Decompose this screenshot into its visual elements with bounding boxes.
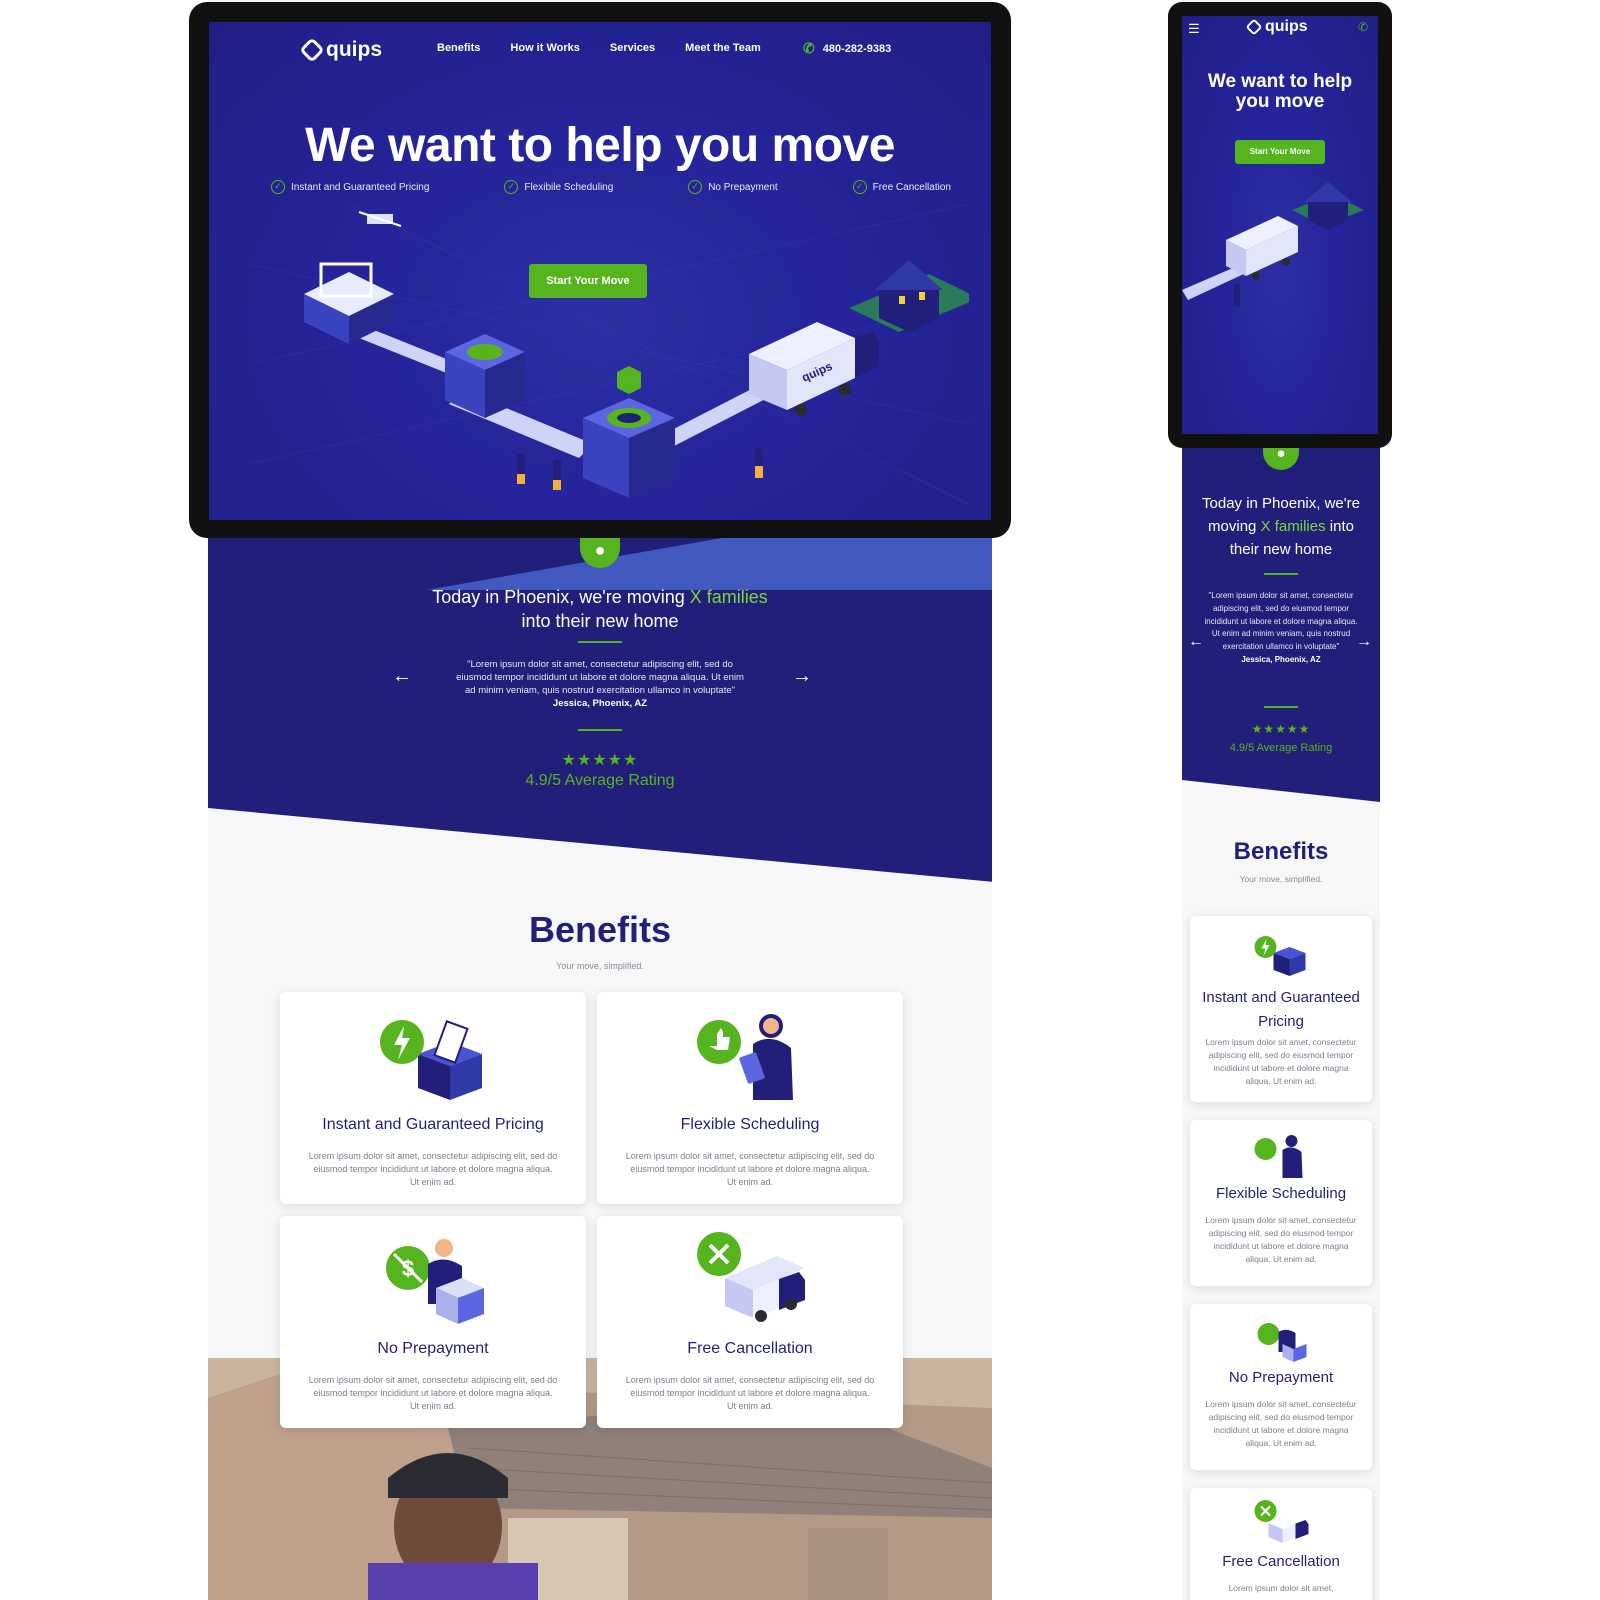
- headline-highlight: X families: [1260, 518, 1326, 535]
- hero-title: We want to help you move: [305, 119, 895, 172]
- benefit-card-prepayment: $ No Prepayment Lorem ipsum dolor sit am…: [280, 1216, 586, 1428]
- star-rating-icon: ★★★★★: [561, 752, 639, 769]
- card-title: No Prepayment: [377, 1340, 489, 1357]
- card-text: Lorem ipsum dolor sit amet, consectetur …: [308, 1375, 558, 1411]
- phone-number: 480-282-9383: [822, 42, 892, 55]
- testimonial-quote: "Lorem ipsum dolor sit amet, consectetur…: [450, 658, 750, 710]
- start-move-button[interactable]: Start Your Move: [529, 264, 647, 298]
- card-title: Flexible Scheduling: [680, 1116, 820, 1133]
- benefit-card-prepayment: No Prepayment Lorem ipsum dolor sit amet…: [1190, 1304, 1372, 1470]
- quips-logo-icon: [299, 37, 325, 63]
- quote-author: Jessica, Phoenix, AZ: [552, 698, 648, 709]
- feature-label: Flexibile Scheduling: [524, 181, 614, 193]
- divider: [578, 641, 622, 643]
- check-icon: ✓: [852, 180, 867, 194]
- thumbs-up-icon: [695, 1004, 805, 1104]
- feature-item: ✓ Flexibile Scheduling: [504, 180, 613, 194]
- prev-arrow-icon[interactable]: ←: [392, 666, 412, 686]
- rating-text: 4.9/5 Average Rating: [525, 772, 675, 789]
- card-text: Lorem ipsum dolor sit amet, consectetur …: [1205, 1399, 1357, 1448]
- card-title: Flexible Scheduling: [1215, 1185, 1347, 1202]
- hero-section: quips Benefits How it Works Services Mee…: [209, 22, 991, 520]
- star-rating-icon: ★★★★★: [1251, 722, 1311, 736]
- next-arrow-icon[interactable]: →: [1356, 632, 1372, 652]
- card-title: Instant and Guaranteed Pricing: [322, 1116, 544, 1133]
- benefit-card-pricing: Instant and Guaranteed Pricing Lorem ips…: [280, 992, 586, 1204]
- lightning-box-icon: [1251, 928, 1311, 978]
- thumbs-up-icon: [1251, 1130, 1311, 1180]
- brand-logo[interactable]: quips: [299, 37, 382, 63]
- divider: [1264, 573, 1298, 575]
- quips-logo-icon: [1245, 18, 1263, 36]
- divider: [1264, 706, 1298, 708]
- hero-features: ✓ Instant and Guaranteed Pricing ✓ Flexibi…: [271, 180, 951, 194]
- benefits-title: Benefits: [528, 909, 672, 950]
- brand-logo[interactable]: quips: [1245, 18, 1308, 36]
- card-text: Lorem ipsum dolor sit amet, consectetur …: [308, 1151, 558, 1187]
- no-dollar-icon: [1251, 1314, 1311, 1364]
- hero-title: We want to help you move: [1207, 71, 1353, 112]
- quote-author: Jessica, Phoenix, AZ: [1241, 654, 1321, 664]
- benefits-title: Benefits: [1233, 838, 1329, 865]
- quote-text: "Lorem ipsum dolor sit amet, consectetur…: [1204, 591, 1358, 652]
- nav-meet-the-team[interactable]: Meet the Team: [685, 42, 761, 54]
- feature-label: Free Cancellation: [872, 181, 951, 193]
- benefit-card-cancellation: Free Cancellation Lorem ipsum dolor sit …: [1190, 1488, 1372, 1600]
- card-title: Instant and Guaranteed Pricing: [1202, 989, 1360, 1030]
- card-text: Lorem ipsum dolor sit amet, consectetur …: [625, 1151, 875, 1187]
- start-move-button[interactable]: Start Your Move: [1235, 140, 1325, 164]
- benefit-card-pricing: Instant and Guaranteed Pricing Lorem ips…: [1190, 916, 1372, 1102]
- mobile-hero-section: ☰ quips ✆ We want to help you move Start…: [1182, 16, 1378, 434]
- testimonial-headline: Today in Phoenix, we're moving X familie…: [1196, 492, 1366, 561]
- card-title: Free Cancellation: [687, 1340, 813, 1357]
- main-nav: Benefits How it Works Services Meet the …: [437, 42, 761, 54]
- benefit-card-scheduling: Flexible Scheduling Lorem ipsum dolor si…: [597, 992, 903, 1204]
- cancel-truck-icon: [695, 1228, 805, 1328]
- hamburger-menu-icon[interactable]: ☰: [1188, 21, 1200, 37]
- isometric-moving-illustration: [1182, 182, 1364, 306]
- brand-name: quips: [1265, 18, 1308, 35]
- nav-services[interactable]: Services: [610, 42, 655, 54]
- feature-label: Instant and Guaranteed Pricing: [291, 181, 430, 193]
- card-title: No Prepayment: [1228, 1369, 1334, 1386]
- no-dollar-icon: $: [378, 1228, 488, 1328]
- phone-icon[interactable]: ✆: [1358, 20, 1368, 34]
- benefit-card-cancellation: Free Cancellation Lorem ipsum dolor sit …: [597, 1216, 903, 1428]
- cancel-truck-icon: [1251, 1498, 1311, 1548]
- card-text: Lorem ipsum dolor sit amet,: [1228, 1583, 1334, 1593]
- rating-text: 4.9/5 Average Rating: [1229, 742, 1333, 754]
- headline-text: Today in Phoenix, we're moving: [432, 587, 685, 607]
- lightning-box-icon: [378, 1004, 488, 1104]
- headline-highlight: X families: [689, 587, 768, 607]
- nav-benefits[interactable]: Benefits: [437, 42, 480, 54]
- testimonial-headline: Today in Phoenix, we're moving X familie…: [400, 585, 800, 633]
- benefits-subtitle: Your move, simplified.: [556, 961, 644, 971]
- phone-icon: ✆: [803, 40, 815, 56]
- quote-text: "Lorem ipsum dolor sit amet, consectetur…: [456, 659, 744, 696]
- feature-item: ✓ Free Cancellation: [852, 180, 951, 194]
- feature-item: ✓ Instant and Guaranteed Pricing: [271, 180, 429, 194]
- isometric-moving-illustration: quips: [249, 204, 969, 505]
- headline-text-end: into their new home: [521, 611, 679, 631]
- card-text: Lorem ipsum dolor sit amet, consectetur …: [1205, 1037, 1357, 1086]
- feature-label: No Prepayment: [708, 181, 778, 193]
- divider: [578, 729, 622, 731]
- card-title: Free Cancellation: [1222, 1553, 1340, 1570]
- next-arrow-icon[interactable]: →: [792, 666, 812, 686]
- benefits-subtitle: Your move, simplified.: [1239, 874, 1323, 884]
- card-text: Lorem ipsum dolor sit amet, consectetur …: [625, 1375, 875, 1411]
- phone-link[interactable]: ✆ 480-282-9383: [803, 40, 891, 57]
- testimonial-quote: "Lorem ipsum dolor sit amet, consectetur…: [1202, 590, 1360, 667]
- check-icon: ✓: [688, 180, 703, 194]
- check-icon: ✓: [271, 180, 285, 194]
- check-icon: ✓: [504, 180, 519, 194]
- brand-name: quips: [326, 38, 382, 61]
- nav-how-it-works[interactable]: How it Works: [510, 42, 579, 54]
- card-text: Lorem ipsum dolor sit amet, consectetur …: [1205, 1215, 1357, 1264]
- feature-item: ✓ No Prepayment: [688, 180, 778, 194]
- benefit-card-scheduling: Flexible Scheduling Lorem ipsum dolor si…: [1190, 1120, 1372, 1286]
